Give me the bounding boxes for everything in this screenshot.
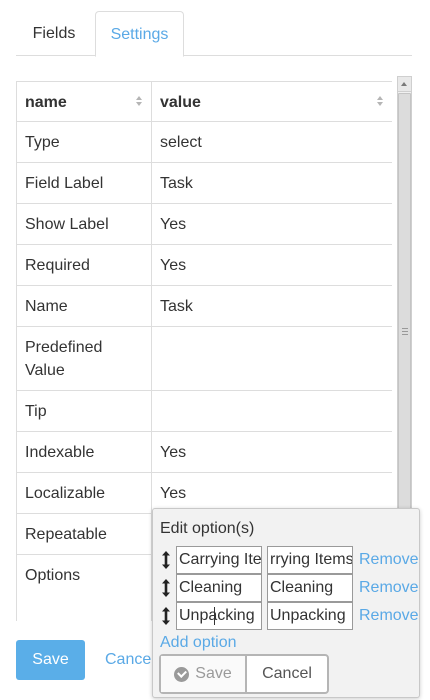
edit-options-popover: Edit option(s) Carrying Ite rrying Items… [152, 508, 420, 698]
column-header-label: name [25, 94, 67, 111]
popover-save-label: Save [195, 665, 232, 682]
tab-settings[interactable]: Settings [95, 11, 184, 57]
row-name-cell: Show Label [16, 203, 152, 245]
save-button[interactable]: Save [16, 640, 85, 680]
option-row: Unpacking Unpacking Remove [159, 602, 419, 630]
popover-button-group: Save Cancel [159, 654, 329, 694]
option-label-input[interactable]: Carrying Ite [176, 546, 262, 574]
row-name-cell: Predefined Value [16, 326, 152, 391]
drag-handle-icon[interactable] [161, 551, 171, 569]
scroll-up-arrow-icon[interactable] [398, 77, 411, 92]
row-value-cell[interactable]: Yes [151, 203, 392, 245]
check-circle-icon [174, 666, 190, 682]
remove-option-link[interactable]: Remove [359, 546, 419, 574]
sort-icon[interactable] [136, 96, 143, 108]
option-row: Carrying Ite rrying Items Remove [159, 546, 419, 574]
table-row: Name Task [16, 285, 392, 327]
row-name-cell: Localizable [16, 472, 152, 514]
table-row: Tip [16, 390, 392, 432]
row-value-cell[interactable]: Task [151, 285, 392, 327]
option-value-input[interactable]: rrying Items [267, 546, 353, 574]
row-name-cell: Field Label [16, 162, 152, 204]
table-row: Predefined Value [16, 326, 392, 391]
sort-icon[interactable] [377, 96, 384, 108]
column-header-value[interactable]: value [151, 81, 392, 122]
row-name-cell: Name [16, 285, 152, 327]
remove-option-link[interactable]: Remove [359, 602, 419, 630]
row-value-cell[interactable]: Yes [151, 431, 392, 473]
tab-fields[interactable]: Fields [16, 11, 92, 56]
row-value-cell[interactable]: Yes [151, 244, 392, 286]
option-value-input[interactable]: Cleaning [267, 574, 353, 602]
row-name-cell: Repeatable [16, 513, 152, 555]
option-label-input[interactable]: Unpacking [176, 602, 262, 630]
row-name-cell: Type [16, 121, 152, 163]
row-value-cell[interactable]: Task [151, 162, 392, 204]
table-row: Required Yes [16, 244, 392, 286]
cancel-link[interactable]: Cancel [105, 640, 155, 680]
popover-save-button[interactable]: Save [161, 656, 247, 692]
table-row: Type select [16, 121, 392, 163]
table-row: Indexable Yes [16, 431, 392, 473]
text-caret [214, 607, 215, 625]
table-header-row: name value [16, 81, 392, 122]
row-name-cell: Required [16, 244, 152, 286]
scrollbar-thumb[interactable] [398, 93, 411, 533]
popover-title: Edit option(s) [160, 520, 255, 537]
add-option-link[interactable]: Add option [160, 633, 237, 653]
option-row: Cleaning Cleaning Remove [159, 574, 419, 602]
row-name-cell: Indexable [16, 431, 152, 473]
row-value-cell[interactable]: select [151, 121, 392, 163]
table-row: Field Label Task [16, 162, 392, 204]
row-value-cell[interactable] [151, 390, 392, 432]
option-value-input[interactable]: Unpacking [267, 602, 353, 630]
option-label-input[interactable]: Cleaning [176, 574, 262, 602]
row-name-cell: Options [16, 554, 152, 621]
row-name-cell: Tip [16, 390, 152, 432]
row-value-cell[interactable] [151, 326, 392, 391]
popover-cancel-button[interactable]: Cancel [247, 656, 327, 692]
table-row: Show Label Yes [16, 203, 392, 245]
grip-icon [402, 328, 408, 335]
drag-handle-icon[interactable] [161, 579, 171, 597]
column-header-name[interactable]: name [16, 81, 152, 122]
column-header-label: value [160, 94, 201, 111]
tab-bar: Fields Settings [16, 11, 412, 57]
drag-handle-icon[interactable] [161, 607, 171, 625]
remove-option-link[interactable]: Remove [359, 574, 419, 602]
